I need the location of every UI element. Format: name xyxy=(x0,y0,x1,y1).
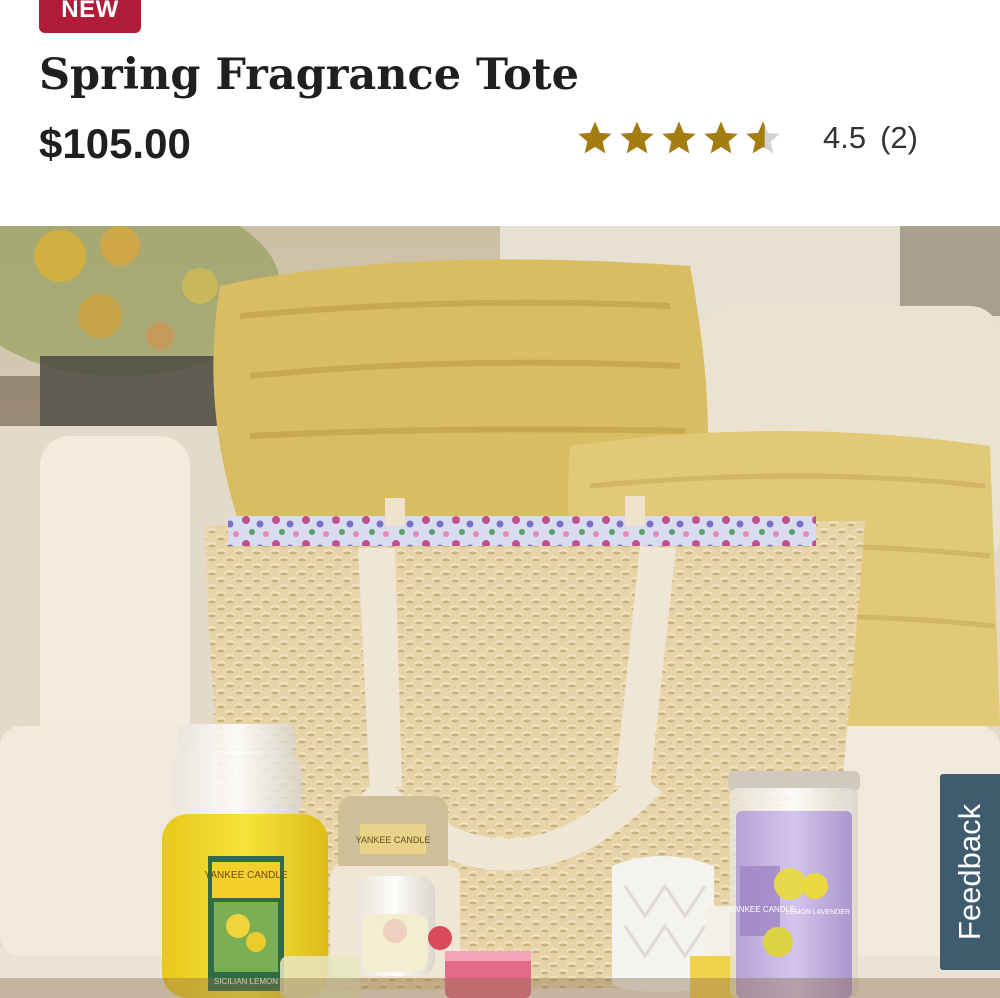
tumbler-label-scent: LEMON LAVENDER xyxy=(786,909,850,916)
rating-value: 4.5 xyxy=(823,120,867,155)
product-title: Spring Fragrance Tote xyxy=(39,50,580,100)
product-rating[interactable]: 4.5 (2) xyxy=(575,116,918,160)
product-image[interactable]: YANKEE CANDLE SICILIAN LEMON YANKEE CAND… xyxy=(0,226,1000,998)
review-count-link[interactable]: (2) xyxy=(880,120,918,156)
star-icon xyxy=(620,121,654,154)
product-price: $105.00 xyxy=(39,120,191,167)
product-photo: YANKEE CANDLE SICILIAN LEMON YANKEE CAND… xyxy=(0,226,1000,998)
half-star-icon xyxy=(746,121,780,154)
star-icon xyxy=(704,121,738,154)
new-badge: NEW xyxy=(39,0,141,33)
feedback-button[interactable]: Feedback xyxy=(940,774,1000,970)
refill-label-brand: YANKEE CANDLE xyxy=(356,835,431,845)
star-icon xyxy=(578,121,612,154)
feedback-label: Feedback xyxy=(952,803,988,941)
rating-stars xyxy=(575,118,783,158)
star-icon xyxy=(662,121,696,154)
jar-label-brand: YANKEE CANDLE xyxy=(204,870,288,881)
